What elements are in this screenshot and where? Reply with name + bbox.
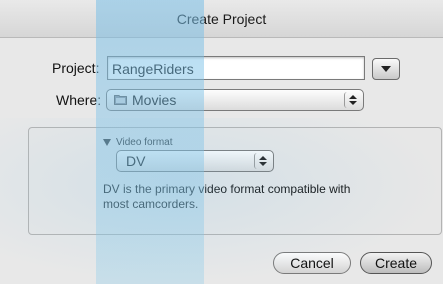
where-label: Where: <box>56 92 102 108</box>
create-button[interactable]: Create <box>360 252 432 274</box>
video-format-group <box>28 127 442 235</box>
video-format-disclosure[interactable]: Video format <box>103 137 173 148</box>
title-bar: Create Project <box>0 0 443 38</box>
dialog-title: Create Project <box>176 10 267 27</box>
cancel-button[interactable]: Cancel <box>273 252 351 274</box>
video-format-value: DV <box>126 153 146 169</box>
folder-icon <box>114 95 127 105</box>
video-format-label: Video format <box>116 137 173 148</box>
up-down-arrows-icon <box>344 92 361 108</box>
triangle-down-icon <box>381 66 391 72</box>
up-down-arrows-icon <box>254 153 271 169</box>
where-popup[interactable]: Movies <box>106 89 364 111</box>
project-label: Project: <box>52 60 100 76</box>
create-project-dialog: Create Project Project: RangeRiders Wher… <box>0 0 443 284</box>
project-menu-button[interactable] <box>372 58 400 80</box>
video-format-description: DV is the primary video format compatibl… <box>103 182 351 211</box>
where-popup-value: Movies <box>132 92 177 108</box>
disclosure-triangle-icon <box>103 139 111 146</box>
project-name-field[interactable]: RangeRiders <box>107 56 365 80</box>
video-format-popup[interactable]: DV <box>116 150 274 172</box>
